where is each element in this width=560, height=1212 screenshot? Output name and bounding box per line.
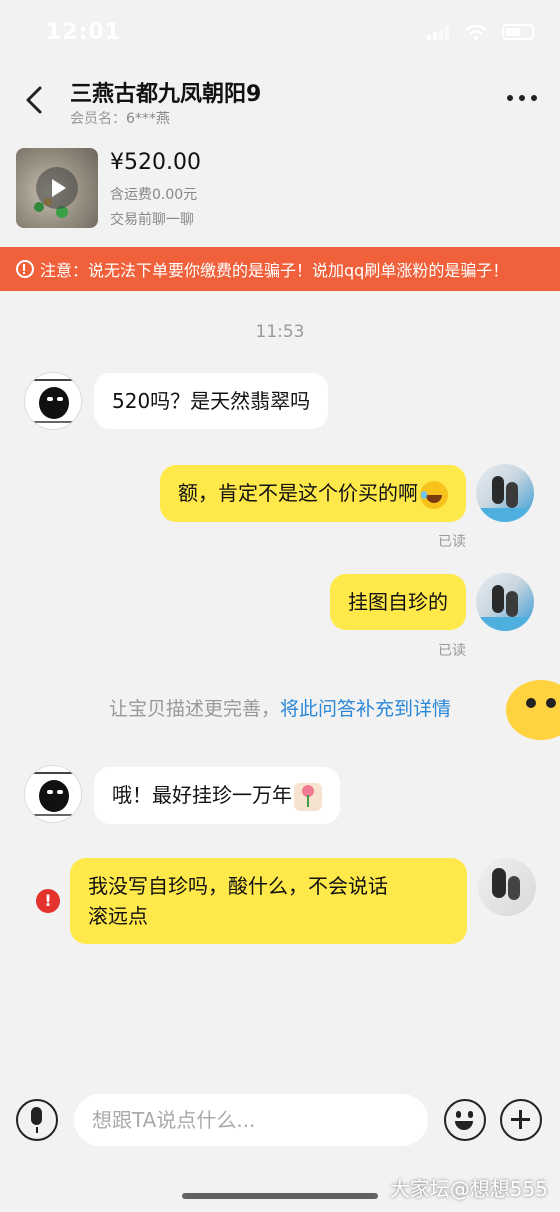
message-text: 挂图自珍的 — [348, 590, 448, 614]
scam-warning-banner: 注意：说无法下单要你缴费的是骗子！说加qq刷单涨粉的是骗子！ — [0, 247, 560, 291]
watermark: 大家坛@想想555 — [389, 1177, 548, 1201]
status-bar: 12:01 — [0, 0, 560, 70]
message-text: 额，肯定不是这个价买的啊 — [178, 481, 418, 505]
outgoing-message[interactable]: 额，肯定不是这个价买的啊 — [160, 465, 466, 522]
hint-text: 让宝贝描述更完善， — [108, 698, 280, 720]
message-text: 520吗？是天然翡翠吗 — [112, 389, 311, 413]
wifi-icon — [464, 24, 488, 40]
voice-input-button[interactable] — [16, 1099, 58, 1141]
product-card[interactable]: ¥520.00 含运费0.00元 交易前聊一聊 — [0, 140, 560, 240]
dot-icon — [519, 95, 525, 101]
add-to-details-link[interactable]: 将此问答补充到详情 — [280, 698, 451, 720]
seller-avatar[interactable] — [24, 765, 82, 823]
incoming-message[interactable]: 哦！最好挂珍一万年 — [94, 767, 340, 824]
outgoing-message[interactable]: 我没写自珍吗，酸什么，不会说话 滚远点 — [70, 858, 467, 944]
member-label: 会员名： — [70, 111, 126, 127]
chat-timestamp: 11:53 — [255, 322, 305, 342]
buyer-avatar[interactable] — [476, 464, 534, 522]
seller-avatar[interactable] — [24, 372, 82, 430]
read-status: 已读 — [438, 534, 466, 550]
buyer-avatar[interactable] — [476, 573, 534, 631]
more-options-button[interactable] — [502, 86, 542, 110]
page-title: 三燕古都九凤朝阳9 — [70, 82, 262, 107]
battery-icon — [502, 24, 534, 40]
more-actions-button[interactable] — [500, 1099, 542, 1141]
alert-icon — [16, 260, 34, 278]
message-text: 哦！最好挂珍一万年 — [112, 783, 292, 807]
chat-header: 三燕古都九凤朝阳9 会员名：6***燕 — [0, 70, 560, 132]
outgoing-message[interactable]: 挂图自珍的 — [330, 574, 466, 630]
dot-icon — [507, 95, 513, 101]
read-status: 已读 — [438, 643, 466, 659]
dot-icon — [531, 95, 537, 101]
status-time: 12:01 — [46, 20, 122, 45]
chevron-left-icon — [26, 86, 42, 114]
message-input-bar — [0, 1090, 560, 1150]
flower-emoji-icon — [294, 782, 322, 811]
send-failed-icon[interactable]: ! — [36, 889, 60, 913]
qa-suggestion: 让宝贝描述更完善，将此问答补充到详情 — [0, 694, 560, 721]
member-name: 会员名：6***燕 — [70, 108, 170, 128]
signal-icon — [426, 24, 450, 40]
emoji-button[interactable] — [444, 1099, 486, 1141]
status-icons — [426, 24, 534, 40]
buyer-avatar[interactable] — [478, 858, 536, 916]
incoming-message[interactable]: 520吗？是天然翡翠吗 — [94, 373, 329, 429]
laugh-tears-emoji-icon — [420, 480, 448, 509]
back-button[interactable] — [18, 80, 54, 120]
home-indicator[interactable] — [182, 1193, 378, 1199]
mascot-icon[interactable] — [500, 670, 560, 740]
warning-text: 注意：说无法下单要你缴费的是骗子！说加qq刷单涨粉的是骗子！ — [40, 261, 509, 280]
chat-hint: 交易前聊一聊 — [110, 212, 194, 228]
play-icon[interactable] — [36, 167, 78, 209]
message-input[interactable] — [74, 1094, 428, 1146]
member-value: 6***燕 — [126, 111, 170, 127]
message-text-line: 滚远点 — [88, 904, 148, 928]
shipping-fee: 含运费0.00元 — [110, 187, 198, 203]
product-thumbnail[interactable] — [16, 148, 98, 228]
message-text-line: 我没写自珍吗，酸什么，不会说话 — [88, 874, 388, 898]
product-price: ¥520.00 — [110, 150, 201, 175]
